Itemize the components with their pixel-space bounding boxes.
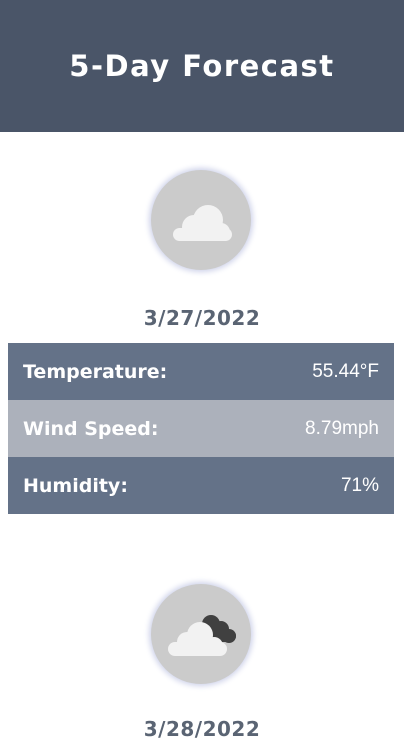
weather-stats-table: Temperature: 55.44°F Wind Speed: 8.79mph… (8, 343, 394, 514)
cloud-icon (173, 205, 232, 241)
forecast-page: 5-Day Forecast 3/27/2022 Temperature: 55… (0, 0, 404, 750)
forecast-date: 3/27/2022 (143, 306, 261, 330)
wind-speed-label: Wind Speed: (23, 417, 159, 440)
humidity-value: 71% (340, 474, 379, 496)
temperature-label: Temperature: (23, 360, 168, 383)
wind-speed-value: 8.79mph (305, 417, 379, 439)
weather-icon-circle (151, 584, 251, 684)
wind-speed-row: Wind Speed: 8.79mph (8, 400, 394, 457)
humidity-label: Humidity: (23, 474, 128, 497)
broken-clouds-icon (168, 615, 236, 656)
forecast-date: 3/28/2022 (143, 717, 261, 741)
temperature-value: 55.44°F (312, 360, 379, 382)
weather-icon-circle (151, 170, 251, 270)
humidity-row: Humidity: 71% (8, 457, 394, 514)
page-title: 5-Day Forecast (69, 49, 335, 83)
forecast-header: 5-Day Forecast (0, 0, 404, 132)
temperature-row: Temperature: 55.44°F (8, 343, 394, 400)
